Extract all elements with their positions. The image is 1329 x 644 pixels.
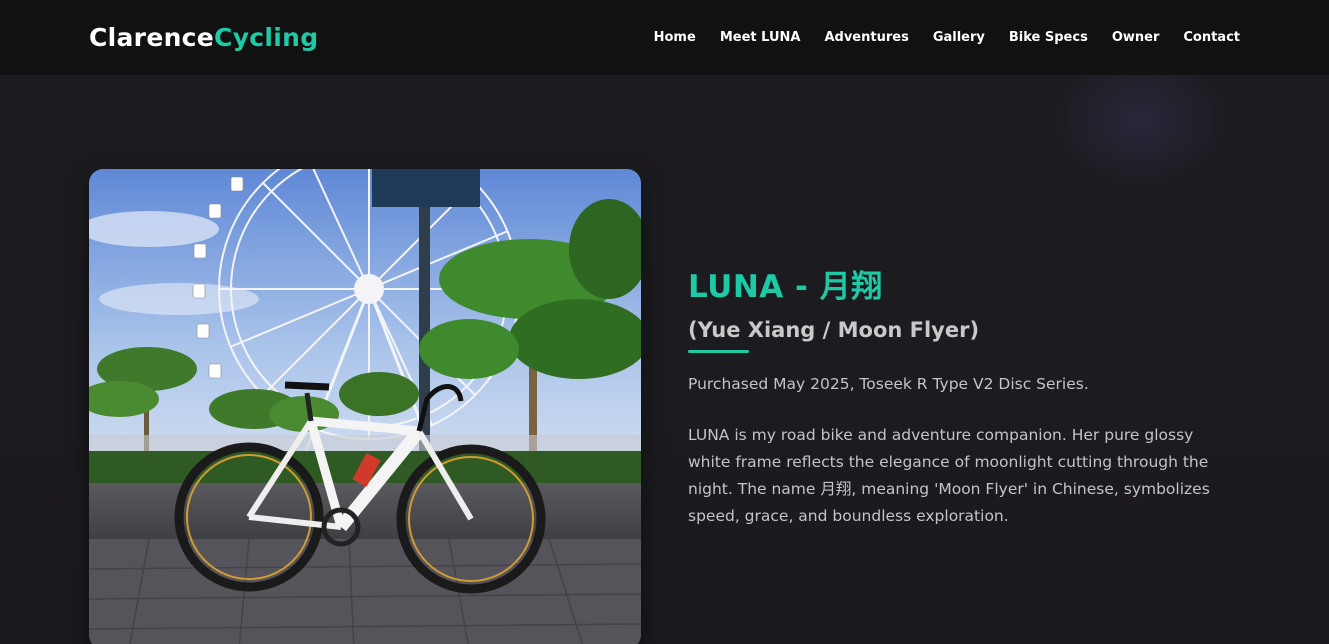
nav-link-contact[interactable]: Contact (1183, 30, 1240, 45)
main-nav: Home Meet LUNA Adventures Gallery Bike S… (654, 30, 1240, 45)
bike-name-subtitle: (Yue Xiang / Moon Flyer) (688, 318, 980, 342)
purchase-info: Purchased May 2025, Toseek R Type V2 Dis… (688, 375, 1089, 393)
navbar: ClarenceCycling Home Meet LUNA Adventure… (0, 0, 1329, 75)
logo-second-part: Cycling (214, 23, 319, 52)
nav-link-bike-specs[interactable]: Bike Specs (1009, 30, 1088, 45)
bike-name-title: LUNA - 月翔 (688, 269, 883, 305)
title-underline (688, 350, 749, 353)
nav-link-home[interactable]: Home (654, 30, 696, 45)
bike-photo (89, 169, 641, 644)
nav-link-gallery[interactable]: Gallery (933, 30, 985, 45)
nav-link-adventures[interactable]: Adventures (824, 30, 908, 45)
nav-link-meet-luna[interactable]: Meet LUNA (720, 30, 801, 45)
bike-photo-illustration (89, 169, 641, 644)
nav-link-owner[interactable]: Owner (1112, 30, 1160, 45)
bike-description: LUNA is my road bike and adventure compa… (688, 426, 1210, 525)
site-logo[interactable]: ClarenceCycling (89, 23, 318, 52)
logo-first-part: Clarence (89, 23, 215, 52)
bike-info: LUNA - 月翔 (Yue Xiang / Moon Flyer) Purch… (688, 266, 1248, 530)
